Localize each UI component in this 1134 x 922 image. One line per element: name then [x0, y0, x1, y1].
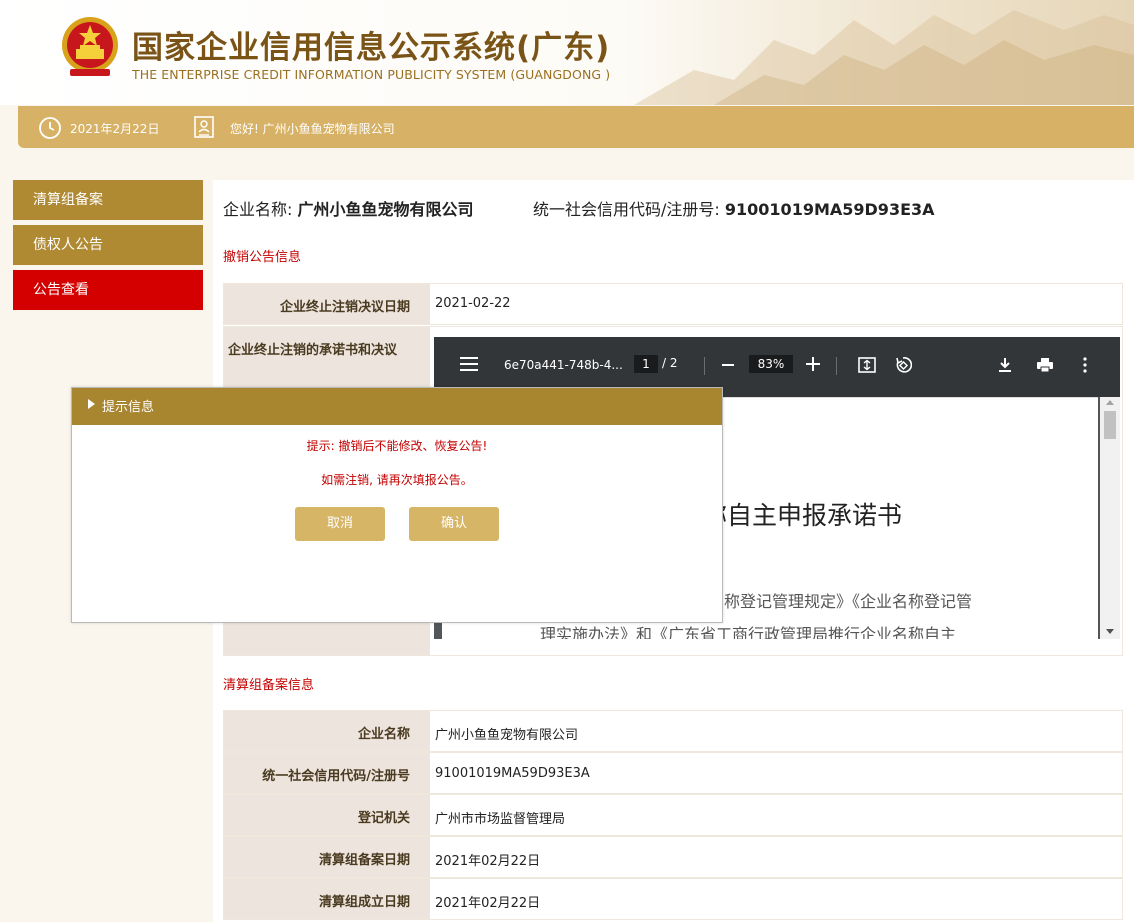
- site-subtitle: THE ENTERPRISE CREDIT INFORMATION PUBLIC…: [132, 67, 611, 82]
- row-label: 清算组成立日期: [224, 879, 430, 919]
- dialog-message-warning: 提示: 撤销后不能修改、恢复公告!: [306, 439, 488, 453]
- table-row: 企业名称 广州小鱼鱼宠物有限公司: [223, 710, 1123, 752]
- mountain-background-icon: [634, 10, 1134, 105]
- page-number-input[interactable]: 1: [634, 355, 658, 373]
- site-header: 国家企业信用信息公示系统(广东) THE ENTERPRISE CREDIT I…: [0, 0, 1134, 105]
- current-date: 2021年2月22日: [70, 122, 160, 136]
- row-value: 2021年02月22日: [435, 896, 541, 911]
- row-label: 清算组备案日期: [224, 837, 430, 877]
- rotate-icon[interactable]: [894, 356, 912, 374]
- row-label: 统一社会信用代码/注册号: [224, 753, 430, 793]
- toolbar-divider: [836, 357, 837, 375]
- row-value: 2021年02月22日: [435, 854, 541, 869]
- menu-icon[interactable]: [460, 357, 478, 371]
- row-label: 企业终止注销决议日期: [224, 284, 430, 324]
- scroll-thumb[interactable]: [1104, 411, 1116, 439]
- table-row: 企业终止注销决议日期 2021-02-22: [223, 283, 1123, 325]
- enterprise-name-label: 企业名称:: [223, 200, 293, 219]
- zoom-level-input[interactable]: 83%: [749, 355, 793, 373]
- zoom-in-icon[interactable]: [806, 357, 820, 371]
- confirm-button[interactable]: 确认: [409, 507, 499, 541]
- info-bar: 2021年2月22日 您好! 广州小鱼鱼宠物有限公司: [18, 106, 1134, 148]
- toolbar-divider: [704, 357, 705, 375]
- pdf-scrollbar[interactable]: [1100, 397, 1120, 639]
- sidebar-item-liquidation-filing[interactable]: 清算组备案: [13, 180, 203, 220]
- greeting-text: 您好! 广州小鱼鱼宠物有限公司: [230, 122, 395, 136]
- row-value: 广州市市场监督管理局: [435, 812, 566, 827]
- triangle-right-icon: [88, 399, 95, 409]
- sidebar-item-notice-view[interactable]: 公告查看: [13, 270, 203, 310]
- scroll-down-icon[interactable]: [1106, 629, 1114, 634]
- credit-code-line: 统一社会信用代码/注册号: 91001019MA59D93E3A: [533, 196, 935, 220]
- row-value: 91001019MA59D93E3A: [435, 766, 590, 781]
- site-title: 国家企业信用信息公示系统(广东): [132, 30, 611, 66]
- row-value: 2021-02-22: [435, 296, 511, 311]
- enterprise-name: 广州小鱼鱼宠物有限公司: [297, 200, 474, 219]
- pdf-text-line: 理实施办法》和《广东省工商行政管理局推行企业名称自主: [540, 625, 957, 639]
- clock-icon: [39, 117, 61, 139]
- dialog-title: 提示信息: [102, 400, 155, 415]
- table-row: 统一社会信用代码/注册号 91001019MA59D93E3A: [223, 752, 1123, 794]
- row-value: 广州小鱼鱼宠物有限公司: [435, 728, 579, 743]
- dialog-message-hint: 如需注销, 请再次填报公告。: [321, 473, 473, 487]
- zoom-out-icon[interactable]: [722, 364, 734, 366]
- pdf-text-line: 称登记管理规定》《企业名称登记管: [724, 592, 973, 611]
- more-options-icon[interactable]: [1076, 356, 1094, 374]
- download-icon[interactable]: [996, 356, 1014, 374]
- page-total: / 2: [662, 356, 678, 370]
- sidebar-item-creditor-notice[interactable]: 债权人公告: [13, 225, 203, 265]
- revoke-section-title: 撤销公告信息: [223, 250, 302, 265]
- pdf-heading: 称自主申报承诺书: [702, 501, 903, 530]
- table-row: 清算组备案日期 2021年02月22日: [223, 836, 1123, 878]
- user-card-icon: [194, 116, 214, 138]
- table-row: 清算组成立日期 2021年02月22日: [223, 878, 1123, 920]
- fit-page-icon[interactable]: [858, 356, 876, 374]
- pdf-filename: 6e70a441-748b-4...: [504, 358, 623, 372]
- credit-code: 91001019MA59D93E3A: [724, 200, 935, 219]
- row-label: 登记机关: [224, 795, 430, 835]
- filing-section-title: 清算组备案信息: [223, 678, 315, 693]
- table-row: 登记机关 广州市市场监督管理局: [223, 794, 1123, 836]
- confirm-dialog: 提示信息 提示: 撤销后不能修改、恢复公告! 如需注销, 请再次填报公告。 取消…: [71, 387, 723, 623]
- enterprise-name-line: 企业名称: 广州小鱼鱼宠物有限公司: [223, 196, 474, 220]
- national-emblem-icon: [62, 17, 118, 76]
- credit-code-label: 统一社会信用代码/注册号:: [533, 200, 720, 219]
- print-icon[interactable]: [1036, 356, 1054, 374]
- row-label: 企业名称: [224, 711, 430, 751]
- dialog-header: 提示信息: [72, 388, 722, 425]
- scroll-up-icon[interactable]: [1106, 400, 1114, 405]
- cancel-button[interactable]: 取消: [295, 507, 385, 541]
